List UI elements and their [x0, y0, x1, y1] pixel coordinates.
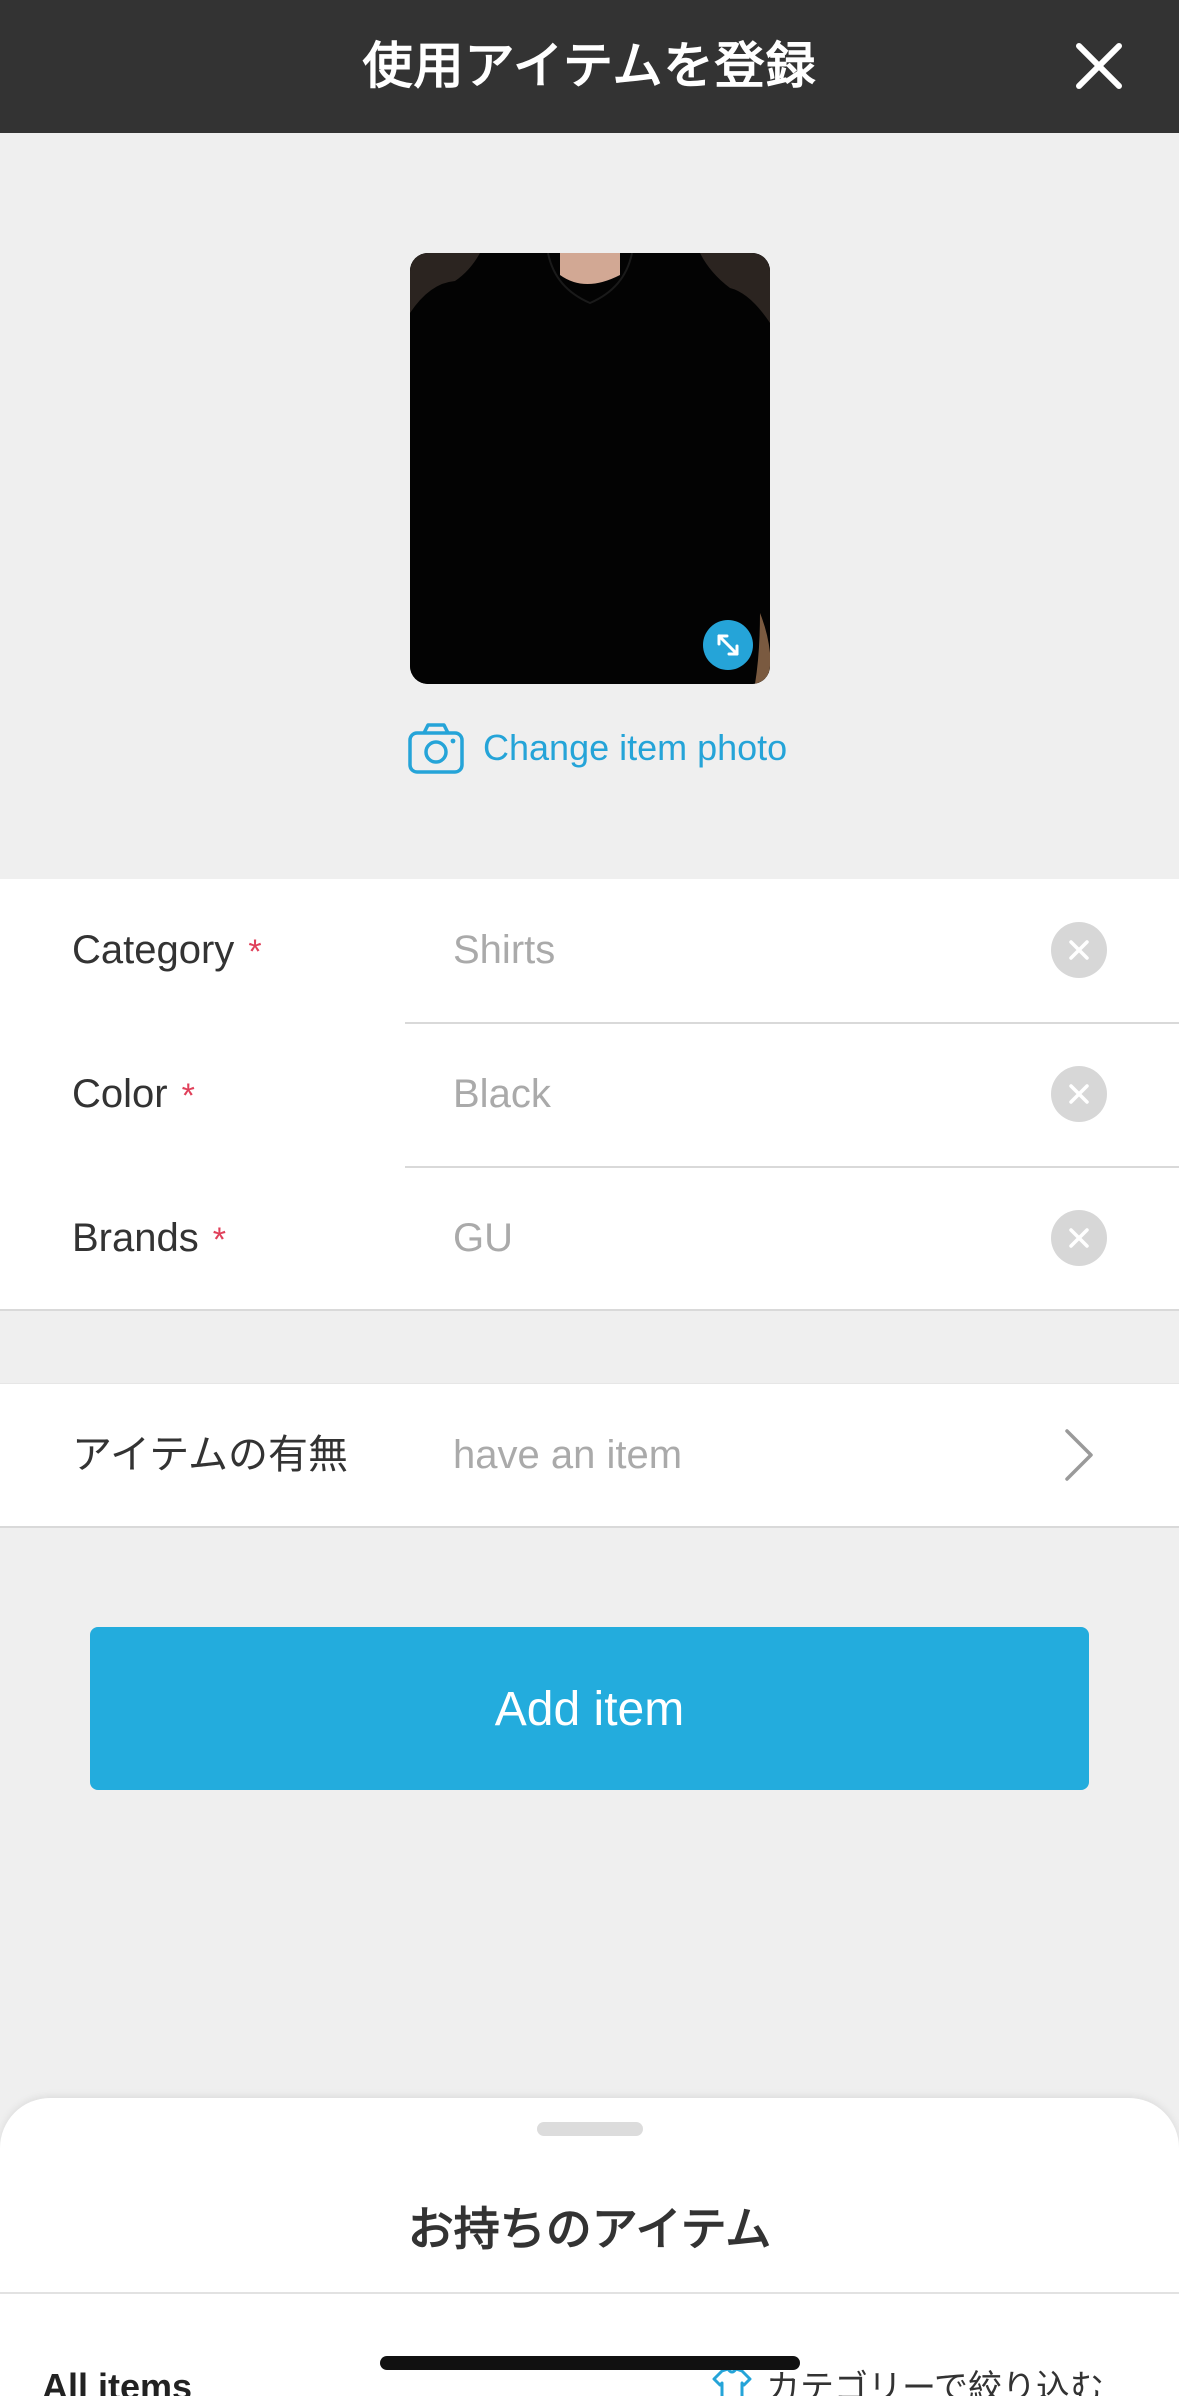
clear-brands-button[interactable] [1051, 1210, 1107, 1266]
item-attributes-form: Category * Shirts Color * Black Brands * GU [0, 879, 1179, 1311]
brands-row[interactable]: Brands * GU [0, 1167, 1179, 1310]
ownership-label: アイテムの有無 [72, 1432, 348, 1478]
item-photo[interactable] [410, 253, 770, 684]
sheet-title: お持ちのアイテム [407, 2202, 772, 2256]
color-label: Color [72, 1072, 168, 1116]
clear-icon [1069, 1228, 1089, 1248]
all-items-tab[interactable]: All items [42, 2366, 192, 2396]
category-field[interactable]: Shirts [453, 879, 555, 1022]
expand-arrows-icon[interactable] [703, 620, 753, 670]
owned-items-sheet: お持ちのアイテム All items カテゴリーで絞り込む [0, 2098, 1179, 2396]
clear-category-button[interactable] [1051, 922, 1107, 978]
clear-color-button[interactable] [1051, 1066, 1107, 1122]
change-photo-label: Change item photo [483, 727, 788, 768]
chevron-right-icon [1065, 1429, 1093, 1481]
brands-label-wrap: Brands * [72, 1167, 226, 1310]
required-mark: * [181, 1076, 195, 1115]
required-mark: * [212, 1220, 226, 1259]
change-photo-button[interactable]: Change item photo [407, 718, 787, 778]
color-label-wrap: Color * [72, 1023, 195, 1166]
page-title: 使用アイテムを登録 [362, 37, 817, 95]
clear-icon [1069, 940, 1089, 960]
color-field[interactable]: Black [453, 1023, 551, 1166]
filter-label: カテゴリーで絞り込む [766, 2368, 1104, 2396]
home-indicator [380, 2356, 800, 2370]
sheet-divider [0, 2292, 1179, 2294]
sheet-drag-handle[interactable] [537, 2122, 643, 2136]
category-label: Category [72, 928, 235, 972]
add-item-button[interactable]: Add item [90, 1627, 1089, 1790]
brands-label: Brands [72, 1216, 199, 1260]
camera-icon [408, 723, 464, 774]
close-icon[interactable] [1069, 36, 1129, 96]
brands-field[interactable]: GU [453, 1167, 513, 1310]
color-row[interactable]: Color * Black [0, 1023, 1179, 1166]
required-mark: * [248, 932, 262, 971]
ownership-value: have an item [453, 1433, 683, 1477]
category-label-wrap: Category * [72, 879, 262, 1022]
category-row[interactable]: Category * Shirts [0, 879, 1179, 1022]
header-bar: 使用アイテムを登録 [0, 0, 1179, 133]
item-ownership-row[interactable]: アイテムの有無 have an item [0, 1383, 1179, 1528]
clear-icon [1069, 1084, 1089, 1104]
